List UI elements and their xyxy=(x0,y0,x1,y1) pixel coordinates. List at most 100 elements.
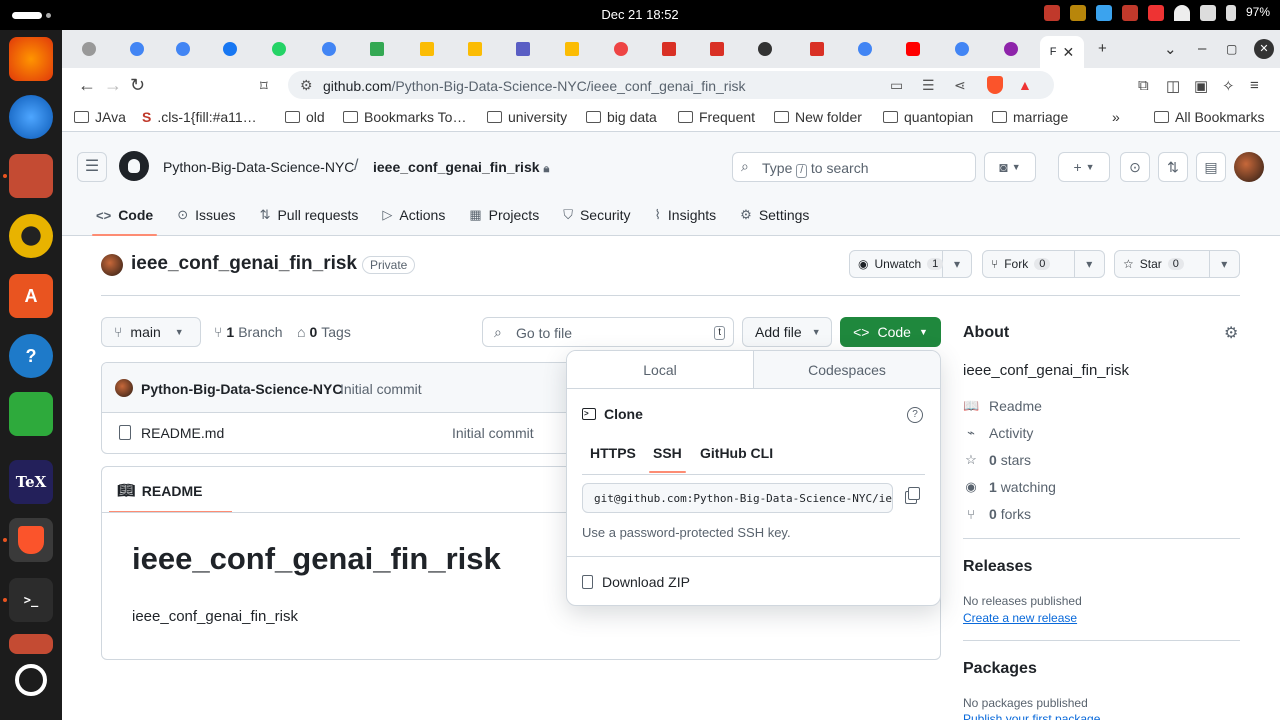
close-window-icon[interactable]: ✕ xyxy=(1254,39,1274,59)
show-apps-icon[interactable] xyxy=(15,664,47,696)
tab-https[interactable]: HTTPS xyxy=(590,445,636,461)
texmaker-icon[interactable]: TeX xyxy=(9,460,53,504)
bookmark-item[interactable]: Bookmarks To… xyxy=(343,109,466,125)
browser-tab[interactable] xyxy=(608,38,634,60)
add-file-button[interactable]: Add file ▼ xyxy=(742,317,832,347)
active-browser-tab[interactable]: F ✕ xyxy=(1040,36,1084,68)
wallet-icon[interactable]: ▣ xyxy=(1194,77,1208,95)
system-tray[interactable]: 97% xyxy=(1043,5,1270,21)
tab-projects[interactable]: ▦ Projects xyxy=(457,198,551,232)
tray-app-icon[interactable] xyxy=(1095,5,1112,21)
browser-tab[interactable] xyxy=(124,38,150,60)
browser-tab[interactable] xyxy=(752,38,778,60)
repo-owner-avatar[interactable] xyxy=(101,254,123,276)
close-tab-icon[interactable]: ✕ xyxy=(1063,44,1075,61)
bookmark-icon[interactable]: ⌑ xyxy=(260,77,268,95)
tab-code[interactable]: <> Code xyxy=(84,198,165,236)
commit-author[interactable]: Python-Big-Data-Science-NYC xyxy=(141,381,342,397)
tab-settings[interactable]: ⚙ Settings xyxy=(728,198,821,232)
chevron-down-icon[interactable]: ▾ xyxy=(1075,257,1104,271)
menu-icon[interactable]: ≡ xyxy=(1250,77,1259,94)
publish-package-link[interactable]: Publish your first package xyxy=(963,712,1100,720)
copilot-button[interactable]: ◙ ▼ xyxy=(984,152,1036,182)
browser-tab[interactable] xyxy=(266,38,292,60)
all-bookmarks[interactable]: All Bookmarks xyxy=(1154,109,1264,125)
commit-message[interactable]: Initial commit xyxy=(340,381,422,397)
issues-button[interactable]: ⊙ xyxy=(1120,152,1150,182)
new-tab-icon[interactable]: + xyxy=(1098,40,1107,57)
firefox-icon[interactable] xyxy=(9,37,53,81)
sidebar-item-forks[interactable]: ⑂ 0 forks xyxy=(963,506,1031,522)
forward-icon[interactable]: → xyxy=(104,75,122,96)
tab-actions[interactable]: ▷ Actions xyxy=(370,198,457,232)
tray-app-icon[interactable] xyxy=(1121,5,1138,21)
code-button[interactable]: <> Code ▼ xyxy=(840,317,941,347)
browser-tab[interactable] xyxy=(364,38,390,60)
address-bar[interactable]: ⚙ github.com/Python-Big-Data-Science-NYC… xyxy=(288,71,1054,99)
tab-insights[interactable]: ⌇ Insights xyxy=(643,198,729,232)
star-button[interactable]: ☆ Star 0 ▾ xyxy=(1114,250,1240,278)
screen-record-icon[interactable] xyxy=(1043,5,1060,21)
tab-issues[interactable]: ⊙ Issues xyxy=(165,198,247,232)
clone-url-field[interactable]: git@github.com:Python-Big-Data-Science-N… xyxy=(582,483,893,513)
bookmark-item[interactable]: quantopian xyxy=(883,109,973,125)
brave-rewards-icon[interactable]: ▲ xyxy=(1018,77,1032,93)
browser-tab[interactable] xyxy=(316,38,342,60)
rhythmbox-icon[interactable] xyxy=(9,214,53,258)
microphone-icon[interactable] xyxy=(1147,5,1164,21)
chevron-down-icon[interactable]: ▾ xyxy=(943,257,971,271)
packages-heading[interactable]: Packages xyxy=(963,660,1037,678)
github-logo-icon[interactable] xyxy=(119,151,149,181)
sidebar-icon[interactable]: ◫ xyxy=(1166,77,1180,95)
tab-codespaces[interactable]: Codespaces xyxy=(754,351,940,388)
download-zip-button[interactable]: Download ZIP xyxy=(582,574,690,590)
file-commit-message[interactable]: Initial commit xyxy=(452,425,534,441)
bookmark-item[interactable]: marriage xyxy=(992,109,1068,125)
wifi-icon[interactable] xyxy=(1173,5,1190,21)
browser-tab[interactable] xyxy=(949,38,975,60)
thunderbird-icon[interactable] xyxy=(9,95,53,139)
tab-search-icon[interactable]: ⌄ xyxy=(1164,40,1177,58)
tab-local[interactable]: Local xyxy=(567,351,754,388)
reader-mode-icon[interactable]: ☰ xyxy=(922,77,935,94)
fork-button[interactable]: ⑂ Fork 0 ▾ xyxy=(982,250,1105,278)
repo-title[interactable]: ieee_conf_genai_fin_risk xyxy=(131,253,357,275)
browser-tab[interactable] xyxy=(559,38,585,60)
releases-heading[interactable]: Releases xyxy=(963,558,1032,576)
site-info-icon[interactable]: ⚙ xyxy=(300,77,313,94)
pull-requests-button[interactable]: ⇅ xyxy=(1158,152,1188,182)
bookmark-item[interactable]: S .cls-1{fill:#a11… xyxy=(142,109,257,125)
help-icon[interactable]: ? xyxy=(9,334,53,378)
sidebar-item-stars[interactable]: ☆ 0 stars xyxy=(963,452,1031,468)
avatar[interactable] xyxy=(115,379,133,397)
tags-link[interactable]: ⌂ 0 Tags xyxy=(297,324,351,340)
browser-tab[interactable] xyxy=(462,38,488,60)
inbox-button[interactable]: ▤ xyxy=(1196,152,1226,182)
browser-tab[interactable] xyxy=(852,38,878,60)
tab-security[interactable]: ⛉ Security xyxy=(551,198,642,232)
bookmark-item[interactable]: old xyxy=(285,109,325,125)
terminal-icon[interactable]: >_ xyxy=(9,578,53,622)
browser-tab[interactable] xyxy=(414,38,440,60)
minimize-icon[interactable]: – xyxy=(1198,40,1206,57)
share-icon[interactable]: ⋖ xyxy=(954,77,966,94)
bookmark-item[interactable]: New folder xyxy=(774,109,862,125)
bookmark-item[interactable]: JAva xyxy=(74,109,126,125)
tab-ssh[interactable]: SSH xyxy=(649,445,686,473)
browser-tab[interactable] xyxy=(656,38,682,60)
file-name[interactable]: README.md xyxy=(141,425,224,441)
gear-icon[interactable]: ⚙ xyxy=(1224,323,1238,343)
breadcrumb-owner[interactable]: Python-Big-Data-Science-NYC xyxy=(163,159,354,175)
sidebar-item-watching[interactable]: ◉ 1 watching xyxy=(963,479,1056,495)
browser-tab[interactable] xyxy=(510,38,536,60)
tab-github-cli[interactable]: GitHub CLI xyxy=(700,445,773,461)
create-new-button[interactable]: + ▼ xyxy=(1058,152,1110,182)
global-search-input[interactable]: ⌕ Type / to search xyxy=(732,152,976,182)
readme-tab[interactable]: 📖︎ README xyxy=(108,482,234,513)
app-center-icon[interactable]: A xyxy=(9,274,53,318)
help-icon[interactable]: ? xyxy=(907,407,923,423)
browser-tab[interactable] xyxy=(76,38,102,60)
bookmark-item[interactable]: university xyxy=(487,109,567,125)
branch-selector[interactable]: ⑂ main ▼ xyxy=(101,317,201,347)
cast-icon[interactable]: ▭ xyxy=(890,77,903,94)
